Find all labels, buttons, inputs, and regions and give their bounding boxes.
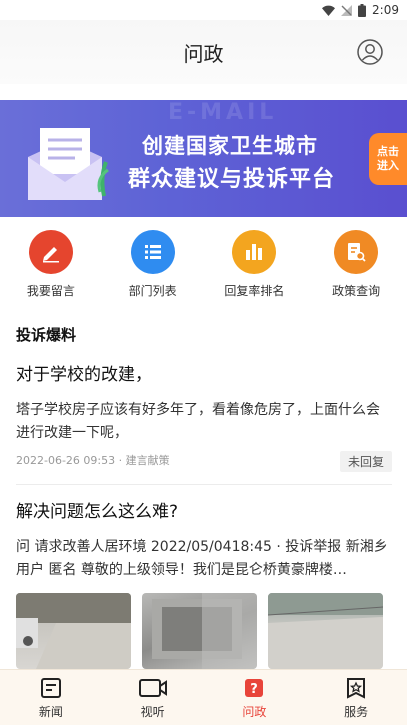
article-image[interactable] bbox=[142, 593, 257, 669]
quick-nav: 我要留言 部门列表 回复率排名 政策查询 bbox=[0, 230, 407, 304]
article-meta: 2022-06-26 09:53 · 建言献策 bbox=[16, 452, 170, 468]
nav-label: 我要留言 bbox=[26, 284, 75, 298]
campaign-banner[interactable]: E-MAIL 创建国家卫生城市 群众建议与投诉平台 点击 进入 bbox=[0, 100, 407, 217]
nav-reply-ranking[interactable]: 回复率排名 bbox=[204, 230, 306, 304]
banner-enter-button[interactable]: 点击 进入 bbox=[369, 133, 407, 185]
document-search-icon bbox=[334, 230, 379, 274]
nav-label: 部门列表 bbox=[128, 284, 177, 298]
section-title: 投诉爆料 bbox=[16, 326, 77, 344]
nav-policy-search[interactable]: 政策查询 bbox=[305, 230, 407, 304]
question-icon: ? bbox=[245, 678, 264, 697]
tab-label: 问政 bbox=[242, 704, 267, 719]
article-body: 塔子学校房子应该有好多年了，看着像危房了，上面什么会进行改建一下呢， bbox=[16, 402, 380, 441]
tab-wenzheng[interactable]: ? 问政 bbox=[204, 670, 306, 725]
cta-line2: 进入 bbox=[377, 159, 399, 172]
tab-news[interactable]: 新闻 bbox=[0, 670, 102, 725]
star-badge-icon bbox=[347, 677, 366, 699]
article-image[interactable] bbox=[16, 593, 131, 669]
status-bar: 2:09 bbox=[0, 0, 407, 20]
tab-label: 视听 bbox=[140, 704, 165, 719]
wifi-icon bbox=[322, 5, 336, 16]
article-category: 建言献策 bbox=[125, 454, 170, 467]
status-badge: 未回复 bbox=[339, 451, 392, 472]
article-card[interactable]: 对于学校的改建， 塔子学校房子应该有好多年了，看着像危房了，上面什么会进行改建一… bbox=[16, 360, 392, 472]
bottom-tab-bar: 新闻 视听 ? 问政 服务 bbox=[0, 669, 407, 725]
battery-icon bbox=[358, 3, 367, 17]
banner-watermark: E-MAIL bbox=[168, 100, 278, 125]
article-card[interactable]: 解决问题怎么这么难? 问 请求改善人居环境 2022/05/0418:45 · … bbox=[16, 497, 392, 582]
signal-off-icon bbox=[341, 4, 353, 16]
nav-label: 政策查询 bbox=[332, 284, 381, 298]
article-images bbox=[16, 593, 392, 669]
article-title: 对于学校的改建， bbox=[16, 365, 152, 385]
header: 问政 bbox=[0, 20, 407, 84]
nav-department-list[interactable]: 部门列表 bbox=[102, 230, 204, 304]
svg-text:?: ? bbox=[251, 682, 259, 697]
user-icon[interactable] bbox=[357, 39, 383, 65]
article-body: 问 请求改善人居环境 2022/05/0418:45 · 投诉举报 新湘乡用户 … bbox=[16, 539, 388, 578]
envelope-icon bbox=[28, 128, 109, 200]
pen-icon bbox=[28, 230, 73, 274]
tab-video[interactable]: 视听 bbox=[102, 670, 204, 725]
article-title: 解决问题怎么这么难? bbox=[16, 502, 179, 522]
meta-dot: · bbox=[118, 454, 126, 467]
cta-line1: 点击 bbox=[377, 145, 399, 158]
spacer bbox=[0, 84, 407, 100]
tab-label: 新闻 bbox=[38, 704, 63, 719]
divider bbox=[16, 484, 392, 485]
page-title: 问政 bbox=[183, 41, 224, 66]
tab-service[interactable]: 服务 bbox=[305, 670, 407, 725]
article-date: 2022-06-26 09:53 bbox=[16, 454, 116, 467]
nav-leave-message[interactable]: 我要留言 bbox=[0, 230, 102, 304]
tab-label: 服务 bbox=[344, 704, 369, 719]
banner-line2: 群众建议与投诉平台 bbox=[128, 167, 336, 192]
list-icon bbox=[130, 230, 175, 274]
video-icon bbox=[138, 678, 167, 697]
nav-label: 回复率排名 bbox=[224, 284, 285, 298]
status-time: 2:09 bbox=[372, 3, 399, 17]
article-image[interactable] bbox=[268, 593, 383, 669]
news-icon bbox=[40, 677, 61, 698]
bar-chart-icon bbox=[232, 230, 277, 274]
banner-line1: 创建国家卫生城市 bbox=[142, 134, 318, 158]
